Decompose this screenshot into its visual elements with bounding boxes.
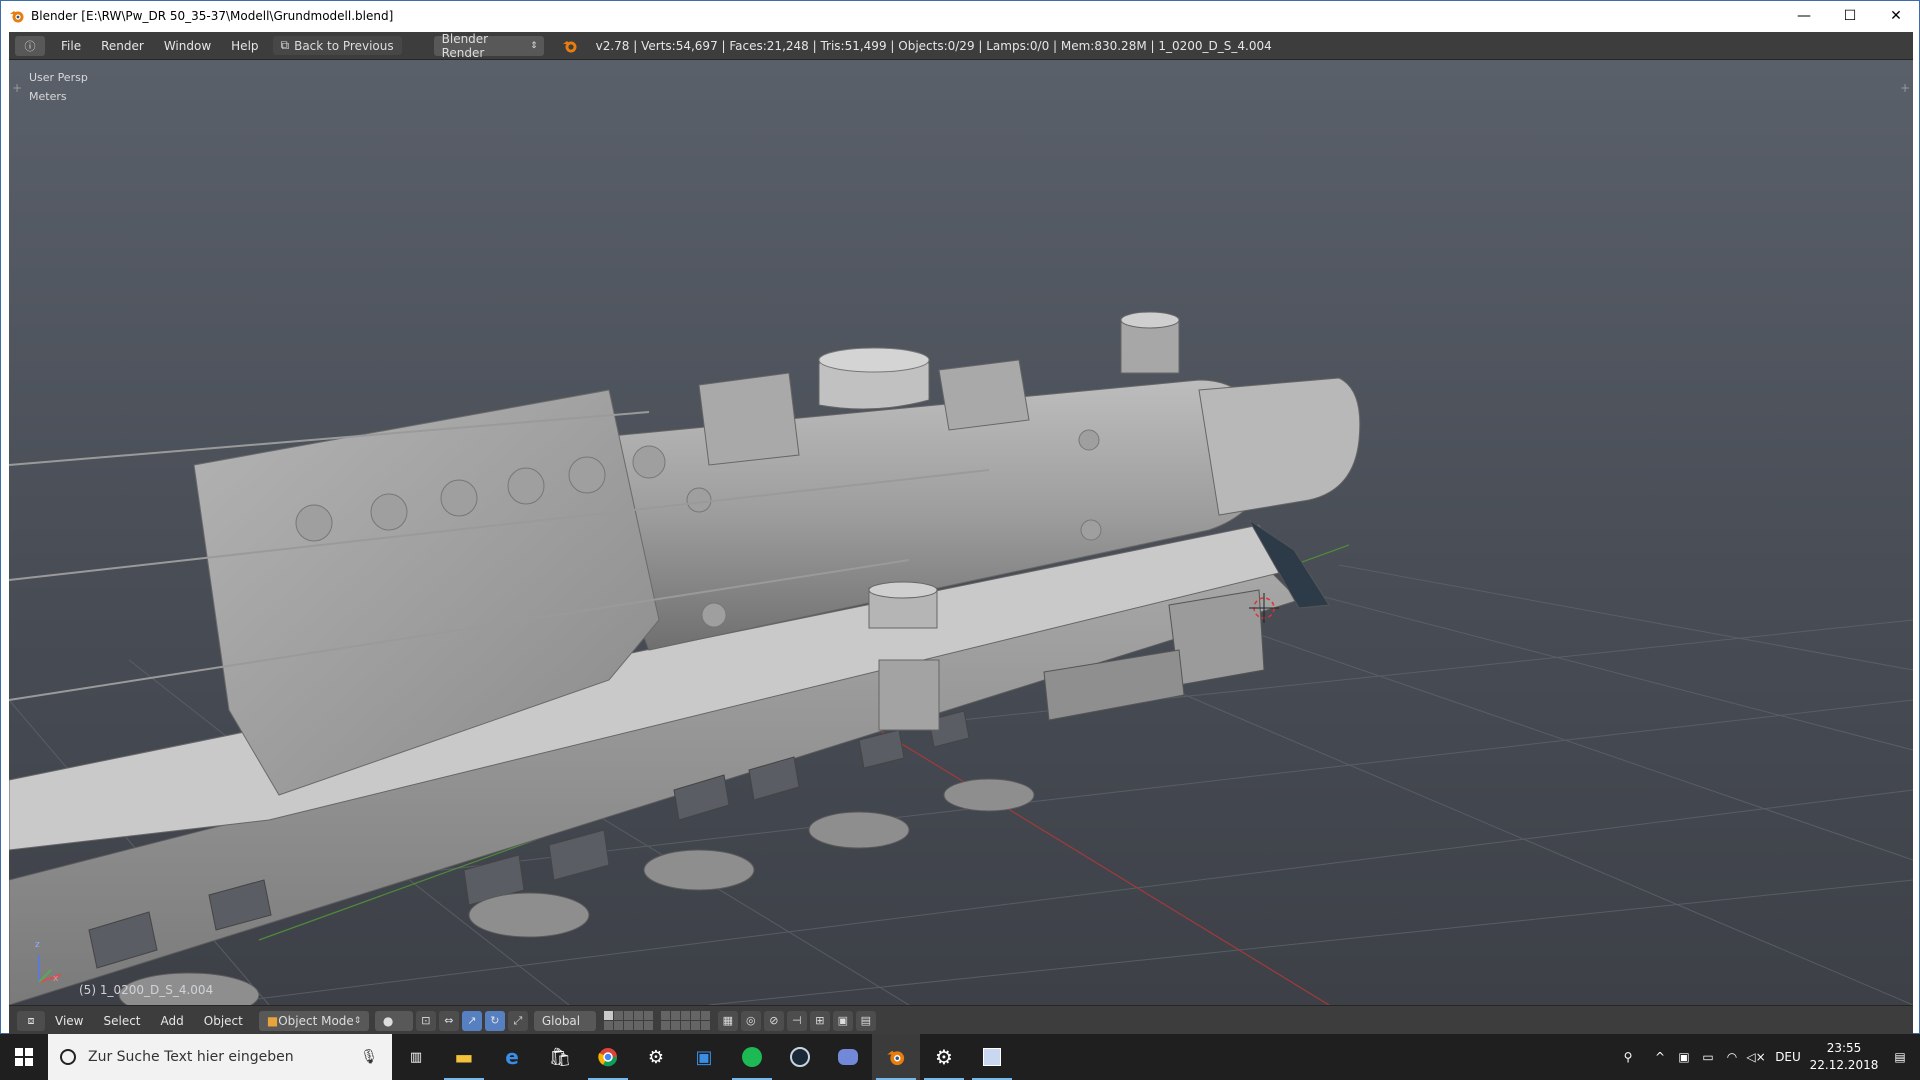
viewport-header: ⧈ View Select Add Object ■ Object Mode ⇕… (9, 1005, 1913, 1035)
mode-dropdown[interactable]: ■ Object Mode ⇕ (258, 1010, 369, 1031)
battery-icon[interactable]: ▭ (1696, 1034, 1720, 1080)
blender-app-icon (10, 11, 24, 23)
manipulator-toggle-icon[interactable]: ⇔ (438, 1010, 459, 1031)
viewport-overlay-info: User Persp Meters (29, 68, 88, 106)
menu-select[interactable]: Select (93, 1014, 150, 1028)
window-title-bar[interactable]: Blender [E:\RW\Pw_DR 50_35-37\Modell\Gru… (1, 1, 1919, 31)
menu-object[interactable]: Object (194, 1014, 253, 1028)
window-app-icon[interactable]: ▣ (680, 1034, 728, 1080)
dropdown-arrows-icon: ⇕ (530, 40, 538, 51)
transform-orientation-dropdown[interactable]: Global (533, 1010, 596, 1031)
back-to-previous-button[interactable]: ⧉ Back to Previous (272, 36, 402, 55)
show-hidden-icons-chevron-icon[interactable]: ^ (1648, 1034, 1672, 1080)
discord-icon[interactable] (824, 1034, 872, 1080)
sand-box-front (938, 359, 1030, 431)
opengl-render-icon[interactable]: ▣ (832, 1010, 853, 1031)
axis-x-label: x (53, 974, 59, 984)
smokebox (1198, 377, 1361, 516)
mode-value: Object Mode (278, 1013, 354, 1028)
scene-layers-2[interactable] (660, 1011, 710, 1030)
speaker-muted-icon[interactable]: ◁× (1744, 1034, 1768, 1080)
people-icon[interactable]: ⚲ (1608, 1034, 1648, 1080)
clock-time: 23:55 (1826, 1041, 1862, 1055)
blender-window: Blender [E:\RW\Pw_DR 50_35-37\Modell\Gru… (0, 0, 1920, 1035)
snap-toggle-icon[interactable]: ⊘ (763, 1010, 784, 1031)
windows-logo-icon (15, 1048, 33, 1066)
blender-taskbar-icon[interactable] (872, 1034, 920, 1080)
scene-statistics: v2.78 | Verts:54,697 | Faces:21,248 | Tr… (595, 38, 1272, 53)
toolshelf-expand-icon[interactable]: + (11, 82, 23, 94)
scale-manipulator-icon[interactable]: ⤢ (507, 1010, 528, 1031)
spotify-icon[interactable] (728, 1034, 776, 1080)
window-title: Blender [E:\RW\Pw_DR 50_35-37\Modell\Gru… (31, 9, 394, 23)
system-tray: ⚲ ^ ▣ ▭ ◠ ◁× DEU 23:55 22.12.2018 ▤ (1608, 1034, 1920, 1080)
view-name: User Persp (29, 71, 88, 84)
render-engine-dropdown[interactable]: Blender Render ⇕ (433, 32, 544, 60)
info-icon: ⓘ (24, 39, 36, 53)
menu-add[interactable]: Add (151, 1014, 194, 1028)
menu-window[interactable]: Window (154, 39, 221, 53)
chrome-icon[interactable] (584, 1034, 632, 1080)
rotate-manipulator-icon[interactable]: ↻ (484, 1010, 505, 1031)
mode-dropdown-arrows-icon: ⇕ (353, 1015, 362, 1026)
info-header: ⓘ File Render Window Help ⧉ Back to Prev… (9, 32, 1913, 60)
input-language[interactable]: DEU (1768, 1034, 1808, 1080)
properties-expand-icon[interactable]: + (1899, 82, 1911, 94)
steam-icon[interactable] (776, 1034, 824, 1080)
file-explorer-icon[interactable]: ▬ (440, 1034, 488, 1080)
scene-layers[interactable] (603, 1011, 653, 1030)
axis-z-label: z (35, 940, 40, 950)
clock[interactable]: 23:55 22.12.2018 (1808, 1040, 1880, 1074)
edge-browser-icon[interactable]: e (488, 1034, 536, 1080)
search-placeholder: Zur Suche Text hier eingeben (88, 1049, 294, 1065)
wifi-icon[interactable]: ◠ (1720, 1034, 1744, 1080)
viewport-scene (9, 311, 1913, 1005)
render-preview-icon[interactable]: ⊞ (809, 1010, 830, 1031)
cortana-circle-icon (60, 1049, 76, 1065)
locomotive-model[interactable] (9, 311, 1361, 1005)
fullscreen-back-icon: ⧉ (280, 38, 290, 52)
menu-file[interactable]: File (51, 39, 91, 53)
menu-view[interactable]: View (45, 1014, 93, 1028)
unit-system: Meters (29, 90, 67, 103)
tray-app-icon[interactable]: ▣ (1672, 1034, 1696, 1080)
pivot-point-icon[interactable]: ⊡ (415, 1010, 436, 1031)
blender-logo-icon (562, 40, 577, 52)
maximize-button[interactable]: ☐ (1827, 1, 1873, 31)
editor-type-selector[interactable]: ⓘ (15, 35, 45, 56)
sand-box-rear (698, 372, 800, 466)
task-view-icon[interactable]: ▥ (392, 1034, 440, 1080)
settings-icon[interactable]: ⚙ (920, 1034, 968, 1080)
air-pump (878, 659, 940, 731)
render-engine-value: Blender Render (441, 31, 489, 60)
clock-date: 22.12.2018 (1809, 1058, 1879, 1072)
settings-gear-app-icon[interactable]: ⚙ (632, 1034, 680, 1080)
image-viewer-icon[interactable] (968, 1034, 1016, 1080)
3d-view-editor-icon[interactable]: ⧈ (17, 1010, 45, 1031)
viewport-shading-dropdown[interactable]: ● (374, 1010, 413, 1031)
close-button[interactable]: ✕ (1873, 1, 1919, 31)
solid-shading-icon: ● (382, 1013, 394, 1028)
translate-manipulator-icon[interactable]: ↗ (461, 1010, 482, 1031)
opengl-animation-icon[interactable]: ▤ (855, 1010, 876, 1031)
proportional-editing-icon[interactable]: ◎ (740, 1010, 761, 1031)
windows-taskbar: Zur Suche Text hier eingeben 🎙 ▥ ▬ e 🛍 ⚙… (0, 1034, 1920, 1080)
microphone-icon[interactable]: 🎙 (360, 1049, 378, 1065)
taskbar-search-box[interactable]: Zur Suche Text hier eingeben 🎙 (48, 1034, 392, 1080)
menu-help[interactable]: Help (221, 39, 268, 53)
active-object-label: (5) 1_0200_D_S_4.004 (79, 983, 214, 997)
lock-camera-icon[interactable]: ▦ (717, 1010, 738, 1031)
menu-render[interactable]: Render (91, 39, 154, 53)
store-icon[interactable]: 🛍 (536, 1034, 584, 1080)
object-mode-cube-icon: ■ (266, 1013, 279, 1028)
snap-element-icon[interactable]: ⊣ (786, 1010, 807, 1031)
minimize-button[interactable]: — (1781, 1, 1827, 31)
action-center-icon[interactable]: ▤ (1880, 1034, 1920, 1080)
back-to-previous-label: Back to Previous (294, 38, 394, 53)
3d-viewport[interactable]: z x User Persp Meters + + (5) 1_0200_D_S… (9, 60, 1913, 1005)
orientation-value: Global (541, 1013, 581, 1028)
start-button[interactable] (0, 1034, 48, 1080)
cylinder-block (1168, 589, 1265, 686)
